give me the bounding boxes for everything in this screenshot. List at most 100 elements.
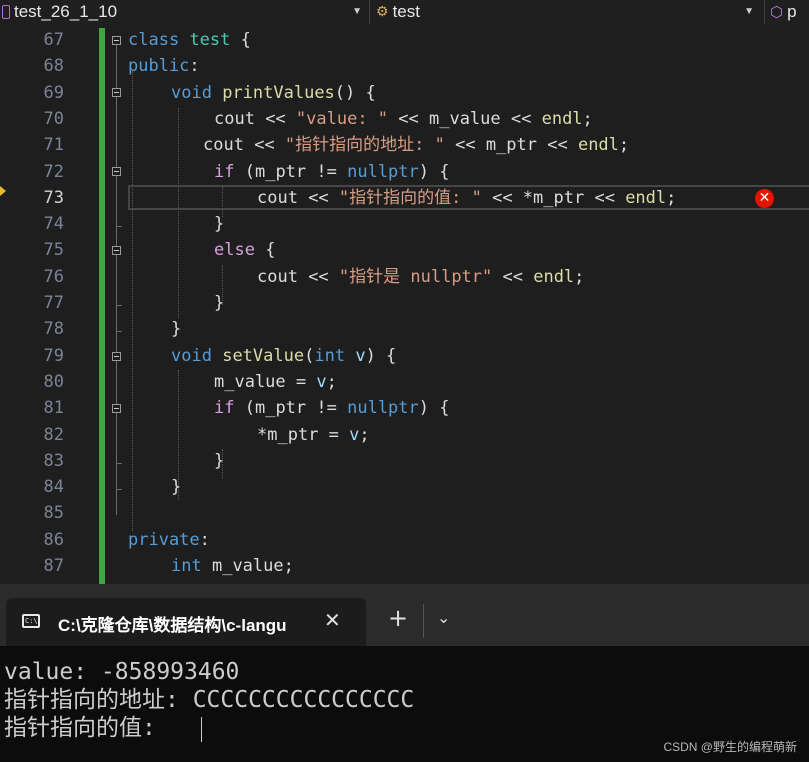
cube-icon: ⬡ bbox=[770, 3, 784, 21]
code-line-70[interactable]: cout << "value: " << m_value << endl; bbox=[214, 106, 593, 132]
identifier-token: cout bbox=[257, 187, 298, 208]
punct-token: } bbox=[214, 293, 225, 313]
code-line-83[interactable]: } bbox=[214, 448, 224, 474]
line-number: 68 bbox=[43, 56, 64, 77]
line-number: 70 bbox=[43, 108, 64, 129]
scope-dropdown[interactable]: ⚙ test ▼ bbox=[376, 0, 760, 23]
code-line-73[interactable]: cout << "指针指向的值: " << *m_ptr << endl; bbox=[257, 185, 676, 211]
line-number: 85 bbox=[43, 503, 64, 524]
keyword-token: if bbox=[214, 398, 235, 419]
punct-token: ; bbox=[666, 187, 677, 208]
terminal-output[interactable]: value: -858993460 指针指向的地址: CCCCCCCCCCCCC… bbox=[0, 646, 809, 762]
close-icon[interactable]: ✕ bbox=[324, 608, 341, 632]
line-number: 84 bbox=[43, 477, 64, 498]
navigation-bar: test_26_1_10 ▼ ⚙ test ▼ ⬡ p bbox=[0, 0, 809, 25]
member-dropdown[interactable]: ⬡ p bbox=[770, 0, 809, 23]
operator-token: << bbox=[537, 135, 578, 156]
keyword-token: private bbox=[128, 529, 200, 550]
code-editor[interactable]: 67 68 69 70 71 72 73 74 75 76 77 78 79 8… bbox=[0, 24, 809, 584]
line-number: 86 bbox=[43, 529, 64, 550]
punct-token: ; bbox=[574, 266, 585, 287]
line-number: 72 bbox=[43, 161, 64, 182]
code-line-75[interactable]: else { bbox=[214, 237, 275, 263]
function-token: printValues bbox=[222, 82, 335, 103]
code-line-74[interactable]: } bbox=[214, 211, 224, 237]
code-line-68[interactable]: public: bbox=[128, 53, 200, 79]
terminal-icon: C:\ bbox=[22, 614, 40, 628]
parameter-token: v bbox=[355, 345, 366, 366]
collapse-toggle-icon[interactable] bbox=[112, 352, 121, 361]
function-token: endl bbox=[541, 108, 583, 129]
operator-token: << bbox=[297, 187, 339, 208]
keyword-token: int bbox=[171, 556, 202, 576]
terminal-tab-strip: C:\ C:\克隆仓库\数据结构\c-langu ✕ + ⌄ bbox=[0, 584, 809, 646]
code-line-71[interactable]: cout << "指针指向的地址: " << m_ptr << endl; bbox=[203, 132, 629, 158]
punct-token: : bbox=[189, 56, 200, 77]
code-line-79[interactable]: void setValue(int v) { bbox=[171, 343, 396, 369]
function-token: setValue bbox=[222, 345, 305, 366]
collapse-toggle-icon[interactable] bbox=[112, 167, 121, 176]
code-line-69[interactable]: void printValues() { bbox=[171, 80, 376, 106]
line-number: 87 bbox=[43, 556, 64, 576]
function-token: endl bbox=[577, 135, 619, 156]
identifier-token: cout bbox=[214, 108, 255, 129]
project-icon bbox=[2, 4, 10, 19]
string-token: "指针指向的地址: " bbox=[284, 135, 445, 156]
collapse-toggle-icon[interactable] bbox=[112, 36, 121, 45]
code-line-67[interactable]: class test { bbox=[128, 27, 251, 53]
chevron-down-icon: ▼ bbox=[744, 6, 754, 17]
collapse-toggle-icon[interactable] bbox=[112, 246, 121, 255]
tab-divider bbox=[423, 604, 424, 638]
code-line-81[interactable]: if (m_ptr != nullptr) { bbox=[214, 395, 449, 421]
punct-token: : bbox=[199, 529, 210, 550]
operator-token: << bbox=[492, 266, 534, 287]
new-tab-button[interactable]: + bbox=[388, 606, 408, 630]
collapse-toggle-icon[interactable] bbox=[112, 404, 121, 413]
project-label: test_26_1_10 bbox=[14, 1, 118, 21]
parameter-token: v bbox=[349, 424, 360, 445]
string-token: "指针是 nullptr" bbox=[338, 266, 493, 287]
code-line-78[interactable]: } bbox=[171, 316, 181, 342]
code-line-72[interactable]: if (m_ptr != nullptr) { bbox=[214, 159, 449, 185]
code-line-84[interactable]: } bbox=[171, 474, 181, 500]
terminal-tab[interactable]: C:\ C:\克隆仓库\数据结构\c-langu ✕ bbox=[6, 598, 366, 646]
keyword-token: void bbox=[171, 82, 212, 103]
punct-token: } bbox=[171, 319, 182, 340]
fold-end-tick bbox=[116, 305, 122, 306]
function-token: endl bbox=[625, 187, 667, 208]
code-line-86[interactable]: private: bbox=[128, 527, 210, 553]
operator-token: << bbox=[388, 108, 429, 129]
identifier-token: m_ptr bbox=[533, 187, 585, 208]
terminal-line: 指针指向的值: bbox=[4, 715, 170, 741]
identifier-token: m_ptr bbox=[254, 398, 307, 419]
code-line-82[interactable]: *m_ptr = v; bbox=[257, 422, 370, 448]
identifier-token: m_ptr bbox=[267, 424, 319, 445]
line-number: 80 bbox=[43, 371, 64, 392]
glyph-margin[interactable] bbox=[0, 24, 12, 584]
punct-token: ) { bbox=[418, 161, 450, 182]
line-number: 69 bbox=[43, 82, 64, 103]
line-number: 83 bbox=[43, 450, 64, 471]
operator-token: = bbox=[318, 424, 350, 445]
line-number: 77 bbox=[43, 293, 64, 313]
line-number: 67 bbox=[43, 30, 64, 50]
execution-arrow-icon bbox=[0, 186, 6, 196]
punct-token: } bbox=[171, 477, 182, 498]
identifier-token: cout bbox=[203, 135, 244, 156]
member-label: p bbox=[787, 1, 797, 21]
error-icon[interactable]: ✕ bbox=[755, 189, 774, 208]
code-line-80[interactable]: m_value = v; bbox=[214, 369, 337, 395]
fold-end-tick bbox=[116, 331, 122, 332]
code-line-87[interactable]: int m_value; bbox=[171, 553, 294, 579]
code-line-76[interactable]: cout << "指针是 nullptr" << endl; bbox=[257, 264, 584, 290]
collapse-toggle-icon[interactable] bbox=[112, 88, 121, 97]
watermark: CSDN @野生的编程萌新 bbox=[663, 740, 797, 754]
line-number: 74 bbox=[43, 214, 64, 235]
project-dropdown[interactable]: test_26_1_10 ▼ bbox=[0, 0, 368, 23]
code-line-77[interactable]: } bbox=[214, 290, 224, 316]
identifier-token: m_value bbox=[214, 371, 286, 392]
chevron-down-icon[interactable]: ⌄ bbox=[437, 608, 450, 627]
keyword-token: nullptr bbox=[347, 398, 419, 419]
operator-token: << bbox=[584, 187, 626, 208]
